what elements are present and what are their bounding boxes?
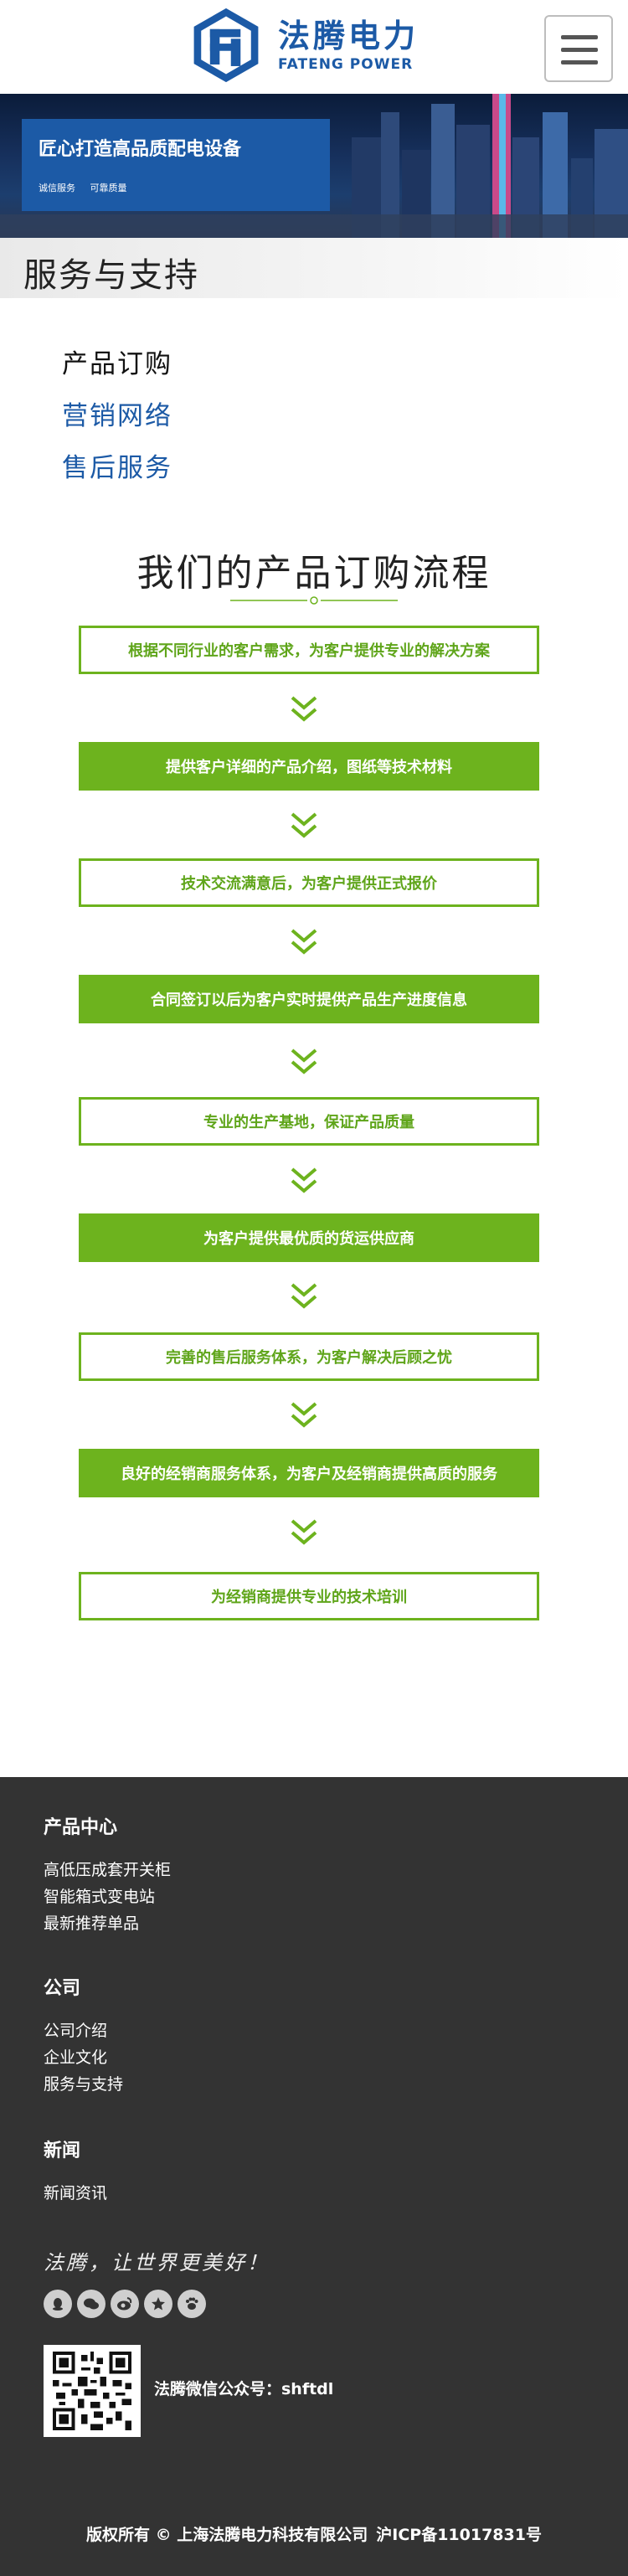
qq-icon[interactable] [44, 2290, 72, 2318]
copyright: 版权所有 © 上海法腾电力科技有限公司 沪ICP备11017831号 [0, 2522, 628, 2545]
hero-banner: 匠心打造高品质配电设备 诚信服务 可靠质量 [0, 94, 628, 238]
paw-icon[interactable] [178, 2290, 206, 2318]
chevron-down-icon [291, 1283, 317, 1309]
sub-navigation: 产品订购 营销网络 售后服务 [62, 338, 172, 494]
chevron-down-icon [291, 696, 317, 722]
footer-slogan: 法腾，让世界更美好！ [44, 2251, 270, 2275]
brand-name-en: FATENG POWER [278, 56, 414, 73]
wechat-account-label: 法腾微信公众号：shftdl [154, 2380, 334, 2398]
process-step: 合同签订以后为客户实时提供产品生产进度信息 [79, 975, 539, 1023]
chevron-down-icon [291, 1167, 317, 1193]
subnav-item-network[interactable]: 营销网络 [62, 390, 172, 442]
chevron-down-icon [291, 929, 317, 955]
footer-link[interactable]: 公司介绍 [44, 2018, 107, 2041]
section-heading-bar: 服务与支持 [0, 238, 628, 298]
chevron-down-icon [291, 1048, 317, 1074]
hamburger-menu-icon[interactable] [544, 15, 613, 82]
footer-link[interactable]: 企业文化 [44, 2045, 107, 2068]
process-step: 完善的售后服务体系，为客户解决后顾之忧 [79, 1332, 539, 1381]
chevron-down-icon [291, 1519, 317, 1545]
footer-heading-news: 新闻 [44, 2141, 81, 2161]
banner-tag: 诚信服务 [39, 183, 75, 193]
process-step: 为经销商提供专业的技术培训 [79, 1572, 539, 1620]
process-step: 根据不同行业的客户需求，为客户提供专业的解决方案 [79, 626, 539, 674]
weibo-icon[interactable] [111, 2290, 139, 2318]
banner-title: 匠心打造高品质配电设备 [39, 139, 242, 160]
brand-name-cn: 法腾电力 [278, 18, 420, 54]
star-icon[interactable] [144, 2290, 172, 2318]
banner-tags: 诚信服务 可靠质量 [39, 181, 127, 194]
brand-logo[interactable]: 法腾电力 FATENG POWER [186, 3, 419, 87]
subnav-item-aftersales[interactable]: 售后服务 [62, 442, 172, 494]
chevron-down-icon [291, 1402, 317, 1428]
process-step: 为客户提供最优质的货运供应商 [79, 1213, 539, 1262]
process-step: 技术交流满意后，为客户提供正式报价 [79, 858, 539, 907]
footer-link[interactable]: 高低压成套开关柜 [44, 1857, 171, 1880]
footer-heading-company: 公司 [44, 1978, 81, 1999]
page-title: 服务与支持 [23, 256, 199, 295]
site-footer: 产品中心 高低压成套开关柜 智能箱式变电站 最新推荐单品 公司 公司介绍 企业文… [0, 1777, 628, 2576]
footer-link[interactable]: 服务与支持 [44, 2072, 123, 2094]
footer-link[interactable]: 新闻资讯 [44, 2181, 107, 2203]
copyright-text: 版权所有 © 上海法腾电力科技有限公司 [86, 2526, 368, 2544]
wechat-qr-code [44, 2345, 141, 2437]
icp-link[interactable]: 沪ICP备11017831号 [376, 2526, 542, 2544]
process-step: 提供客户详细的产品介绍，图纸等技术材料 [79, 742, 539, 791]
banner-tag: 可靠质量 [90, 183, 127, 193]
footer-link[interactable]: 最新推荐单品 [44, 1911, 139, 1934]
banner-caption-box: 匠心打造高品质配电设备 诚信服务 可靠质量 [22, 119, 330, 211]
footer-heading-products: 产品中心 [44, 1817, 118, 1838]
wechat-icon[interactable] [77, 2290, 106, 2318]
logo-mark-icon [193, 8, 259, 83]
chevron-down-icon [291, 812, 317, 838]
process-step: 良好的经销商服务体系，为客户及经销商提供高质的服务 [79, 1449, 539, 1497]
process-step: 专业的生产基地，保证产品质量 [79, 1097, 539, 1146]
footer-link[interactable]: 智能箱式变电站 [44, 1884, 155, 1907]
subnav-item-order[interactable]: 产品订购 [62, 338, 172, 390]
process-title: 我们的产品订购流程 [136, 552, 492, 595]
title-divider [230, 596, 398, 605]
site-header: 法腾电力 FATENG POWER [0, 0, 628, 94]
